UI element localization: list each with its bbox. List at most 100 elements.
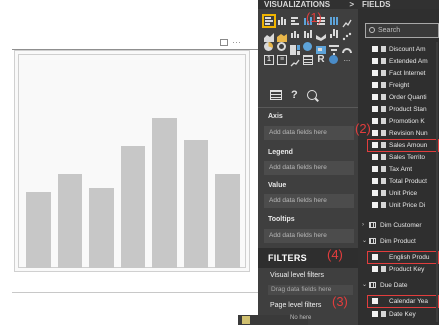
column-chart-visual[interactable] [14, 50, 250, 272]
field-row[interactable]: English Produ [358, 252, 439, 263]
legend-well-drop[interactable]: Add data fields here [264, 161, 354, 175]
line-clustered-column-icon[interactable] [303, 29, 313, 39]
legend-well-label: Legend [268, 149, 293, 156]
collapse-caret-icon[interactable]: ⌄ [362, 236, 367, 247]
axis-well-drop[interactable]: Add data fields here [264, 126, 354, 140]
field-row[interactable]: Tax Amt [358, 164, 439, 175]
more-options-icon[interactable]: ··· [232, 37, 241, 47]
map-icon[interactable] [303, 42, 313, 52]
funnel-icon[interactable] [329, 42, 339, 55]
table-row-due-date[interactable]: ⌄ Due Date [358, 280, 439, 291]
page-tab-icon[interactable] [242, 316, 250, 324]
kpi-icon[interactable] [290, 55, 300, 67]
chart-bar[interactable] [120, 146, 146, 268]
line-column-chart-icon[interactable] [290, 29, 300, 39]
field-row[interactable]: Fact Internet [358, 68, 439, 79]
field-row[interactable]: Discount Am [358, 44, 439, 55]
gauge-icon[interactable] [342, 42, 352, 54]
field-checkbox[interactable] [372, 178, 378, 184]
area-chart-icon[interactable] [264, 29, 274, 42]
field-checkbox[interactable] [372, 94, 378, 100]
tooltips-well-drop[interactable]: Add data fields here [264, 229, 354, 243]
field-checkbox[interactable] [372, 202, 378, 208]
chart-bar[interactable] [215, 174, 240, 268]
analytics-tab-icon[interactable] [306, 90, 317, 100]
field-row[interactable]: Product Key [358, 264, 439, 275]
field-row[interactable]: Unit Price [358, 188, 439, 199]
table-icon[interactable] [303, 55, 313, 65]
field-checkbox[interactable] [372, 70, 378, 76]
r-script-visual-icon[interactable]: R [316, 55, 326, 65]
field-checkbox[interactable] [372, 166, 378, 172]
value-well-label: Value [268, 182, 287, 189]
collapse-chevron-icon[interactable]: > [349, 0, 354, 9]
field-checkbox[interactable] [372, 106, 378, 112]
field-checkbox[interactable] [372, 311, 378, 317]
table-row-dim-customer[interactable]: › Dim Customer [358, 220, 439, 231]
field-label: Calendar Yea [389, 298, 429, 305]
stacked-bar-chart-icon[interactable] [262, 14, 276, 28]
chart-bar[interactable] [89, 188, 114, 268]
field-checkbox[interactable] [372, 142, 378, 148]
table-icon [369, 282, 376, 288]
format-tab-icon[interactable]: ? [291, 89, 298, 101]
table-label: Dim Customer [380, 222, 422, 229]
filled-map-icon[interactable] [316, 42, 326, 54]
stacked-area-chart-icon[interactable] [277, 29, 287, 42]
field-checkbox[interactable] [372, 266, 378, 272]
chart-bar[interactable] [57, 174, 83, 268]
field-row[interactable]: Order Quanti [358, 92, 439, 103]
field-row[interactable]: Product Stan [358, 104, 439, 115]
canvas-bottom-border [12, 292, 258, 293]
sigma-icon [381, 178, 386, 184]
multi-row-card-icon[interactable]: ≡ [277, 55, 287, 65]
table-row-dim-product[interactable]: ⌄ Dim Product [358, 236, 439, 247]
donut-chart-icon[interactable] [277, 42, 287, 52]
ribbon-chart-icon[interactable] [316, 29, 326, 41]
scatter-chart-icon[interactable] [342, 29, 352, 41]
globe-map-icon[interactable] [329, 55, 339, 65]
table-icon [369, 222, 376, 228]
expand-caret-icon[interactable]: › [362, 220, 364, 231]
field-row[interactable]: Unit Price Di [358, 200, 439, 211]
field-checkbox[interactable] [372, 298, 378, 304]
chart-bar[interactable] [152, 118, 177, 268]
percent-column-chart-icon[interactable] [329, 16, 339, 26]
value-well-drop[interactable]: Add data fields here [264, 194, 354, 208]
treemap-icon[interactable] [290, 42, 300, 55]
field-checkbox[interactable] [372, 58, 378, 64]
more-visuals-icon[interactable]: ... [342, 55, 352, 65]
pie-chart-icon[interactable] [264, 42, 274, 52]
field-checkbox[interactable] [372, 130, 378, 136]
collapse-caret-icon[interactable]: ⌄ [362, 280, 367, 291]
waterfall-chart-icon[interactable] [329, 29, 339, 39]
fields-tab-icon[interactable] [270, 90, 282, 100]
card-icon[interactable]: 1 [264, 55, 274, 65]
focus-mode-icon[interactable] [220, 39, 228, 46]
annotation-2: (2) [355, 121, 371, 136]
field-row[interactable]: Freight [358, 80, 439, 91]
chart-bar[interactable] [26, 192, 51, 268]
sigma-icon [381, 154, 386, 160]
field-row[interactable]: Extended Am [358, 56, 439, 67]
stacked-column-chart-icon[interactable] [277, 16, 287, 26]
field-row[interactable]: Calendar Yea [358, 296, 439, 307]
sigma-icon [381, 190, 386, 196]
clustered-bar-chart-icon[interactable] [290, 16, 300, 26]
field-checkbox[interactable] [372, 118, 378, 124]
field-row[interactable]: Sales Amoun [358, 140, 439, 151]
field-checkbox[interactable] [372, 190, 378, 196]
fields-scrollbar[interactable] [436, 42, 438, 322]
visual-header: ··· [220, 37, 241, 47]
field-checkbox[interactable] [372, 254, 378, 260]
line-chart-icon[interactable] [342, 16, 352, 28]
field-checkbox[interactable] [372, 154, 378, 160]
field-row[interactable]: Total Product [358, 176, 439, 187]
field-checkbox[interactable] [372, 46, 378, 52]
field-row[interactable]: Sales Territo [358, 152, 439, 163]
fields-search-input[interactable]: Search [365, 23, 439, 38]
field-checkbox[interactable] [372, 82, 378, 88]
table-label: Dim Product [380, 238, 416, 245]
chart-bar[interactable] [183, 140, 209, 268]
field-row[interactable]: Date Key [358, 309, 439, 320]
